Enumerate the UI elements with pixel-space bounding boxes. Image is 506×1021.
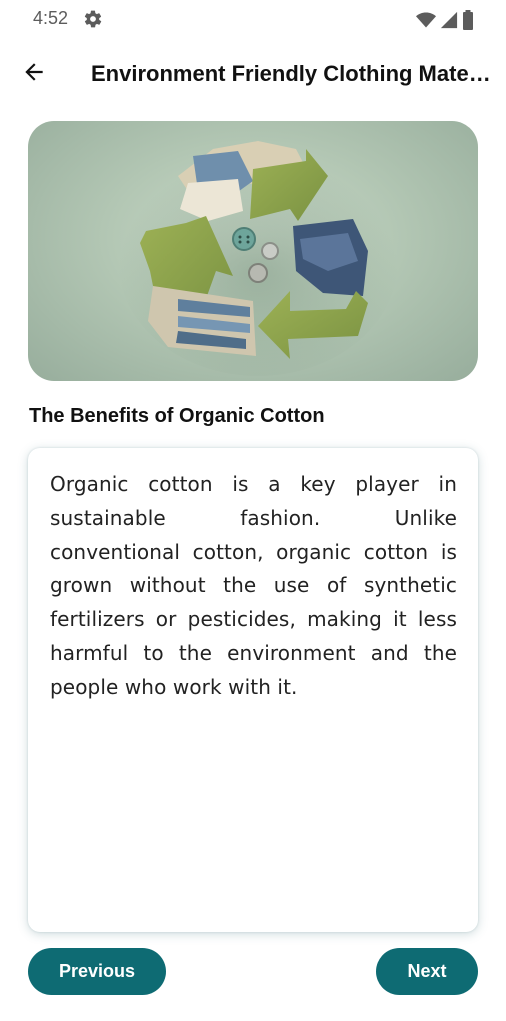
previous-button[interactable]: Previous: [28, 948, 166, 995]
battery-icon: [462, 10, 474, 35]
section-title: The Benefits of Organic Cotton: [29, 405, 325, 427]
content-text: Organic cotton is a key player in sustai…: [50, 472, 457, 699]
status-icons: [416, 10, 474, 35]
app-bar: Environment Friendly Clothing Materials: [0, 38, 506, 110]
arrow-left-icon: [21, 59, 47, 90]
status-bar: 4:52: [0, 0, 506, 38]
next-button[interactable]: Next: [376, 948, 478, 995]
content-card: Organic cotton is a key player in sustai…: [28, 448, 478, 932]
hero-image: [28, 121, 478, 381]
gear-icon: [83, 9, 103, 29]
wifi-icon: [416, 11, 436, 34]
signal-icon: [440, 11, 458, 34]
page-title: Environment Friendly Clothing Materials: [91, 61, 491, 86]
recycle-clothing-illustration: [118, 141, 398, 376]
status-time: 4:52: [33, 8, 69, 28]
back-button[interactable]: [16, 56, 52, 92]
